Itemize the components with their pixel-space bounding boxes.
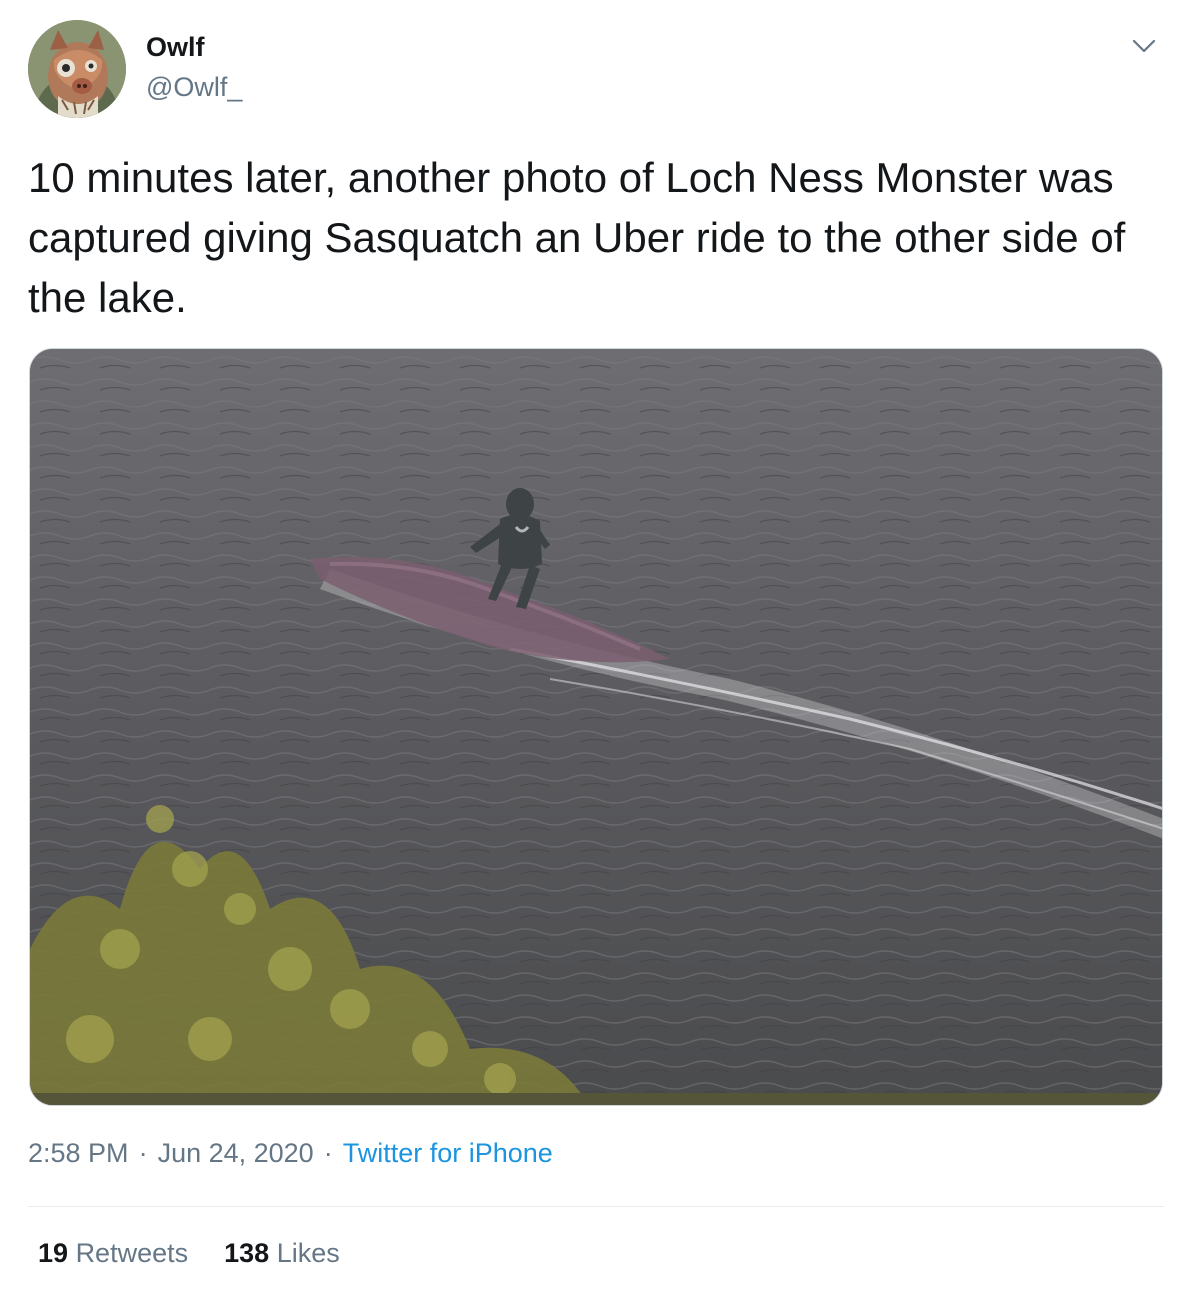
retweets-stat[interactable]: 19 Retweets [38, 1238, 188, 1269]
likes-count: 138 [224, 1238, 270, 1268]
likes-label: Likes [276, 1238, 340, 1268]
tweet-time[interactable]: 2:58 PM [28, 1138, 129, 1168]
retweets-count: 19 [38, 1238, 69, 1268]
meta-separator: · [323, 1138, 333, 1168]
author-handle[interactable]: @Owlf_ [146, 72, 242, 103]
chevron-down-icon[interactable] [1124, 30, 1164, 62]
likes-stat[interactable]: 138 Likes [224, 1238, 340, 1269]
divider [28, 1206, 1164, 1207]
meta-separator: · [138, 1138, 148, 1168]
tweet-source-link[interactable]: Twitter for iPhone [343, 1138, 553, 1168]
tweet-card: Owlf @Owlf_ 10 minutes later, another ph… [0, 0, 1192, 1306]
author-display-name[interactable]: Owlf [146, 32, 205, 63]
avatar[interactable] [28, 20, 126, 118]
tweet-date[interactable]: Jun 24, 2020 [158, 1138, 314, 1168]
tweet-text: 10 minutes later, another photo of Loch … [28, 154, 1126, 321]
retweets-label: Retweets [75, 1238, 189, 1268]
tweet-meta: 2:58 PM · Jun 24, 2020 · Twitter for iPhone [28, 1138, 553, 1169]
tweet-photo[interactable] [29, 348, 1163, 1106]
tweet-stats: 19 Retweets 138 Likes [38, 1238, 376, 1269]
